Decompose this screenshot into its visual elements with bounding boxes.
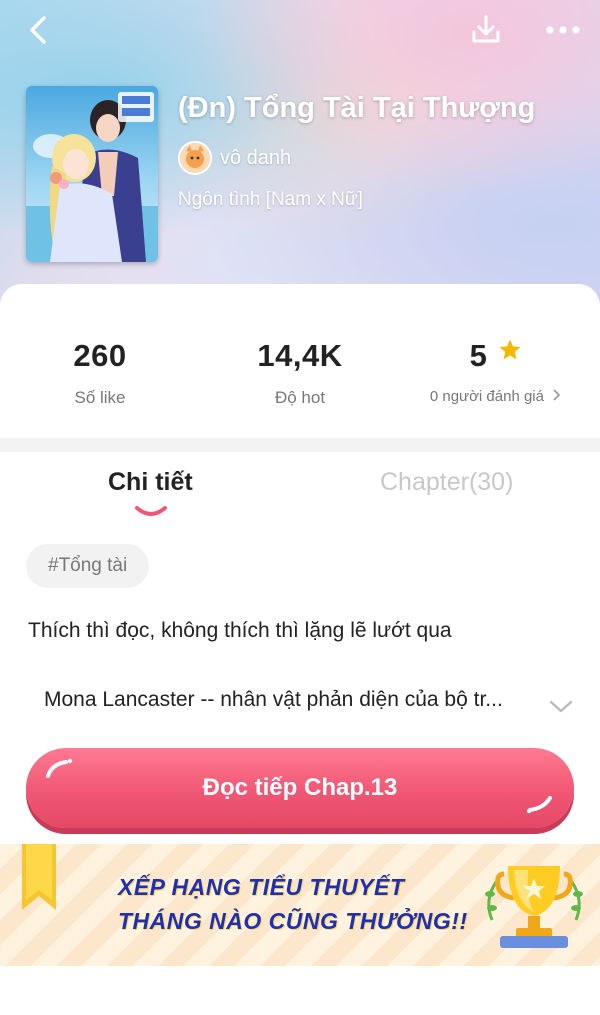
chevron-down-icon[interactable] xyxy=(548,696,574,716)
tab-chapters[interactable]: Chapter(30) xyxy=(380,468,513,497)
book-cover-image[interactable] xyxy=(26,86,158,262)
author-avatar xyxy=(178,141,212,175)
book-synopsis[interactable]: Mona Lancaster -- nhân vật phản diện của… xyxy=(44,688,544,712)
back-button[interactable] xyxy=(22,12,54,48)
rating-value-row: 5 xyxy=(396,338,596,374)
book-description: Thích thì đọc, không thích thì lặng lẽ l… xyxy=(28,619,452,642)
section-divider xyxy=(0,438,600,452)
continue-reading-label: Đọc tiếp Chap.13 xyxy=(202,774,398,801)
bookmark-ribbon-icon xyxy=(22,844,56,910)
continue-reading-button[interactable]: Đọc tiếp Chap.13 xyxy=(26,748,574,828)
chevron-right-icon xyxy=(553,389,561,401)
likes-count: 260 xyxy=(73,338,127,373)
book-title: (Đn) Tổng Tài Tại Thượng xyxy=(178,92,536,124)
hot-label: Độ hot xyxy=(274,388,326,407)
star-icon xyxy=(500,339,521,360)
hot-stat: 14,4K Độ hot xyxy=(200,338,400,408)
detail-panel: 260 Số like 14,4K Độ hot 5 0 người đánh … xyxy=(0,284,600,1015)
likes-stat: 260 Số like xyxy=(0,338,200,408)
download-icon xyxy=(472,15,500,43)
shine-decoration-icon xyxy=(46,758,73,778)
ranking-promo-banner[interactable]: XẾP HẠNG TIỂU THUYẾT THÁNG NÀO CŨNG THƯỞ… xyxy=(0,844,600,966)
detail-tabs: Chi tiết Chapter(30) xyxy=(0,468,600,524)
download-button[interactable] xyxy=(468,12,504,48)
genre-label: Ngôn tình [Nam x Nữ] xyxy=(178,189,363,210)
back-arrow-icon xyxy=(30,16,46,44)
rating-count-row: 0 người đánh giá xyxy=(396,388,596,405)
stats-row: 260 Số like 14,4K Độ hot 5 0 người đánh … xyxy=(0,338,600,418)
book-info: (Đn) Tổng Tài Tại Thượng vô danh Ngôn tì… xyxy=(178,92,578,211)
likes-label: Số like xyxy=(74,388,126,407)
tab-details[interactable]: Chi tiết xyxy=(108,468,193,497)
rating-value: 5 xyxy=(469,338,488,373)
banner-line1: XẾP HẠNG TIỂU THUYẾT xyxy=(118,874,405,900)
hot-count: 14,4K xyxy=(257,338,343,373)
author-row[interactable]: vô danh xyxy=(178,141,578,175)
active-tab-indicator xyxy=(135,506,167,516)
rating-count-label: 0 người đánh giá xyxy=(429,388,544,405)
more-options-button[interactable] xyxy=(538,12,588,48)
more-dots-icon xyxy=(546,26,580,34)
shine-decoration-icon xyxy=(526,796,552,814)
banner-line2: THÁNG NÀO CŨNG THƯỞNG!! xyxy=(118,908,468,934)
top-bar xyxy=(0,10,600,50)
rating-stat[interactable]: 5 0 người đánh giá xyxy=(396,338,596,405)
tag-chip[interactable]: #Tổng tài xyxy=(26,544,150,588)
trophy-icon xyxy=(485,866,583,948)
author-name: vô danh xyxy=(220,146,292,169)
